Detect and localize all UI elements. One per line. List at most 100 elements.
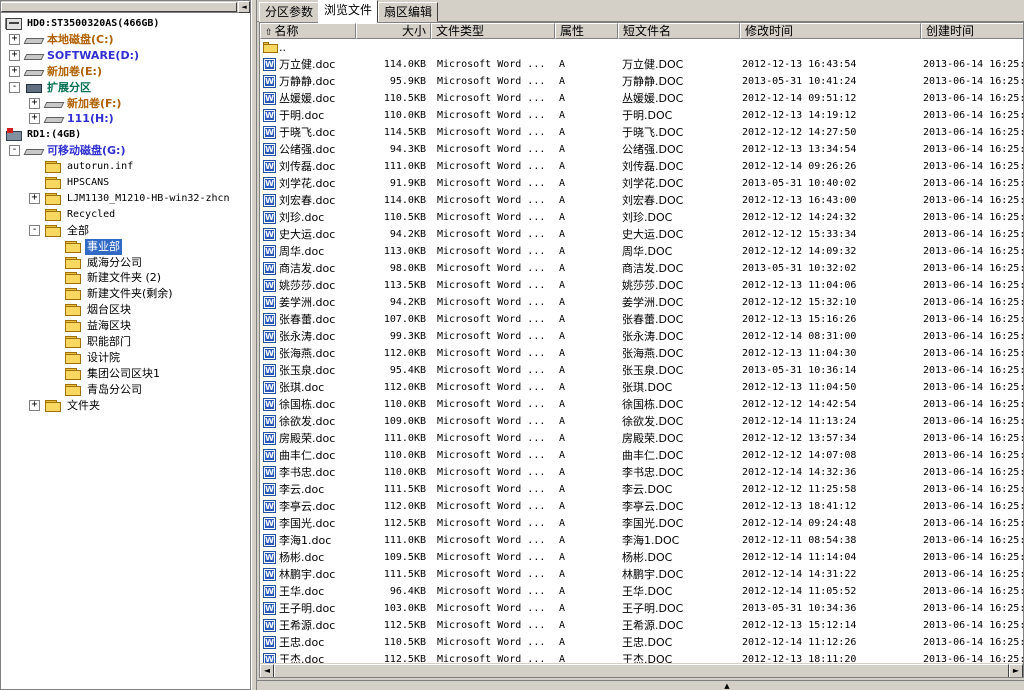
table-row[interactable]: W 李国光.doc 112.5KB Microsoft Word ... A 李国光.DO… <box>260 515 1024 532</box>
table-row[interactable]: W 万立健.doc 114.0KB Microsoft Word ... A 万立健.DO… <box>260 56 1023 73</box>
tab-partition-params[interactable]: 分区参数 <box>259 2 320 22</box>
table-row[interactable]: W 王子明.doc 103.0KB Microsoft Word ... A 王子明.DO… <box>260 600 1023 617</box>
column-header-type[interactable]: 文件类型 <box>431 23 555 39</box>
file-size: 110.5KB <box>383 93 426 104</box>
tree-node[interactable]: 职能部门 <box>1 334 250 350</box>
tree-node-label: 新加卷(E:) <box>47 64 102 78</box>
column-header-modified[interactable]: 修改时间 <box>740 23 921 39</box>
file-created: 2013-06-14 16:25: <box>923 518 1024 529</box>
table-row[interactable]: W 刘珍.doc 110.5KB Microsoft Word ... A 刘珍.DOC 2… <box>260 209 1023 226</box>
tree-horizontal-scrollbar[interactable]: ◄ <box>1 1 250 13</box>
table-row[interactable]: W 张春蕾.doc 107.0KB Microsoft Word ... A 张春蕾.DO… <box>260 311 1023 328</box>
tree-node[interactable]: + LJM1130_M1210-HB-win32-zhcn <box>1 191 250 207</box>
table-row[interactable]: W 王华.doc 96.4KB Microsoft Word ... A 王华.DOC 20… <box>260 583 1023 600</box>
table-row[interactable]: W 姚莎莎.doc 113.5KB Microsoft Word ... A 姚莎莎.DO… <box>260 277 1023 294</box>
parent-folder-row[interactable]: .. <box>260 39 1023 56</box>
tree-node[interactable]: RD1:(4GB) <box>1 127 250 143</box>
table-row[interactable]: W 万静静.doc 95.9KB Microsoft Word ... A 万静静.DOC… <box>260 73 1023 90</box>
file-attributes: A <box>559 620 566 631</box>
expand-icon[interactable]: + <box>9 65 20 77</box>
tree-node[interactable]: 新建文件夹(剩余) <box>1 286 250 302</box>
column-header-created[interactable]: 创建时间 <box>921 23 1023 39</box>
collapse-icon[interactable]: - <box>29 224 40 236</box>
tree-node[interactable]: -HD0:ST3500320AS(466GB) <box>1 16 250 32</box>
file-name: 杨彬.doc <box>279 551 325 564</box>
file-modified: 2012-12-14 11:13:24 <box>742 416 857 427</box>
column-header-size[interactable]: 大小 <box>356 23 431 39</box>
file-attributes: A <box>559 603 566 614</box>
collapse-grip-icon[interactable]: ▲ <box>707 682 747 690</box>
tree-node[interactable]: 烟台区块 <box>1 302 250 318</box>
table-row[interactable]: W 张琪.doc 112.0KB Microsoft Word ... A 张琪.DOC 2… <box>260 379 1023 396</box>
table-row[interactable]: W 史大运.doc 94.2KB Microsoft Word ... A 史大运.DOC… <box>260 226 1023 243</box>
scroll-left-arrow-icon[interactable]: ◄ <box>260 664 274 677</box>
table-row[interactable]: W 林鹏宇.doc 111.5KB Microsoft Word ... A 林鹏宇.DO… <box>260 566 1023 583</box>
table-row[interactable]: W 王忠.doc 110.5KB Microsoft Word ... A 王忠.DOC 2… <box>260 634 1023 651</box>
table-row[interactable]: W 王希源.doc 112.5KB Microsoft Word ... A 王希源.DO… <box>260 617 1023 634</box>
tree-node[interactable]: 威海分公司 <box>1 255 250 271</box>
table-row[interactable]: W 于明.doc 110.0KB Microsoft Word ... A 于明.DOC 2… <box>260 107 1023 124</box>
table-row[interactable]: W 刘传磊.doc 111.0KB Microsoft Word ... A 刘传磊.DO… <box>260 158 1023 175</box>
expand-icon[interactable]: + <box>29 192 40 204</box>
tree-node[interactable]: Recycled <box>1 207 250 223</box>
tree-node[interactable]: + SOFTWARE(D:) <box>1 48 250 64</box>
tab-browse-files[interactable]: 浏览文件 <box>318 0 379 23</box>
table-row[interactable]: W 周华.doc 113.0KB Microsoft Word ... A 周华.DOC 2… <box>260 243 1023 260</box>
column-header-attributes[interactable]: 属性 <box>555 23 618 39</box>
tree-node[interactable]: 事业部 <box>1 238 250 255</box>
tree-node[interactable]: 新建文件夹 (2) <box>1 270 250 286</box>
tree-node[interactable]: - 全部 <box>1 223 250 239</box>
table-row[interactable]: W 丛媛媛.doc 110.5KB Microsoft Word ... A 丛媛媛.DO… <box>260 90 1023 107</box>
tab-sector-edit[interactable]: 扇区编辑 <box>378 2 439 22</box>
table-row[interactable]: W 公绪强.doc 94.3KB Microsoft Word ... A 公绪强.DOC… <box>260 141 1023 158</box>
expand-icon[interactable]: + <box>29 113 40 125</box>
scroll-left-arrow-icon[interactable]: ◄ <box>238 1 250 13</box>
table-row[interactable]: W 李云.doc 111.5KB Microsoft Word ... A 李云.DOC 2… <box>260 481 1023 498</box>
collapse-icon[interactable]: - <box>9 145 20 157</box>
expand-icon[interactable]: + <box>29 399 40 411</box>
tree-node[interactable]: - 可移动磁盘(G:) <box>1 143 250 159</box>
table-row[interactable]: W 杨彬.doc 109.5KB Microsoft Word ... A 杨彬.DOC 2… <box>260 549 1023 566</box>
collapse-icon[interactable]: - <box>9 81 20 93</box>
expand-icon[interactable]: + <box>29 97 40 109</box>
table-row[interactable]: W 张海燕.doc 112.0KB Microsoft Word ... A 张海燕.DO… <box>260 345 1023 362</box>
table-row[interactable]: W 李书忠.doc 110.0KB Microsoft Word ... A 李书忠.DO… <box>260 464 1023 481</box>
tree-node[interactable]: - 扩展分区 <box>1 80 250 96</box>
table-row[interactable]: W 李海1.doc 111.0KB Microsoft Word ... A 李海1.DO… <box>260 532 1023 549</box>
table-row[interactable]: W 房殿荣.doc 111.0KB Microsoft Word ... A 房殿荣.DO… <box>260 430 1023 447</box>
table-row[interactable]: W 李亭云.doc 112.0KB Microsoft Word ... A 李亭云.DO… <box>260 498 1023 515</box>
tree-node[interactable]: 青岛分公司 <box>1 382 250 398</box>
file-created: 2013-06-14 16:25: <box>923 263 1024 274</box>
table-row[interactable]: W 张永涛.doc 99.3KB Microsoft Word ... A 张永涛.DOC… <box>260 328 1023 345</box>
expand-icon[interactable]: + <box>9 33 20 45</box>
table-row[interactable]: W 刘宏春.doc 114.0KB Microsoft Word ... A 刘宏春.DO… <box>260 192 1023 209</box>
tree-node[interactable]: + 文件夹 <box>1 398 250 414</box>
table-row[interactable]: W 姜学洲.doc 94.2KB Microsoft Word ... A 姜学洲.DOC… <box>260 294 1023 311</box>
tree-node[interactable]: 集团公司区块1 <box>1 366 250 382</box>
tree-node[interactable]: + 新加卷(E:) <box>1 64 250 80</box>
file-size: 109.5KB <box>383 552 426 563</box>
file-name-cell: W 李云.doc <box>262 481 354 498</box>
table-row[interactable]: W 张玉泉.doc 95.4KB Microsoft Word ... A 张玉泉.DOC… <box>260 362 1023 379</box>
expand-icon[interactable]: + <box>9 49 20 61</box>
tree-node[interactable]: 益海区块 <box>1 318 250 334</box>
file-type: Microsoft Word ... <box>437 603 546 614</box>
table-row[interactable]: W 于晓飞.doc 114.5KB Microsoft Word ... A 于晓飞.DO… <box>260 124 1023 141</box>
tree-node[interactable]: 设计院 <box>1 350 250 366</box>
tree-node[interactable]: + 本地磁盘(C:) <box>1 32 250 48</box>
list-scrollbar-thumb[interactable] <box>274 664 1009 677</box>
table-row[interactable]: W 刘学花.doc 91.9KB Microsoft Word ... A 刘学花.DOC… <box>260 175 1023 192</box>
tree-scrollbar-thumb[interactable] <box>1 2 237 12</box>
tree-node[interactable]: autorun.inf <box>1 159 250 175</box>
table-row[interactable]: W 曲丰仁.doc 110.0KB Microsoft Word ... A 曲丰仁.DO… <box>260 447 1023 464</box>
list-horizontal-scrollbar[interactable]: ◄ ► <box>260 663 1023 677</box>
table-row[interactable]: W 徐国栋.doc 110.0KB Microsoft Word ... A 徐国栋.DO… <box>260 396 1023 413</box>
column-header-short-name[interactable]: 短文件名 <box>618 23 740 39</box>
table-row[interactable]: W 商洁发.doc 98.0KB Microsoft Word ... A 商洁发.DOC… <box>260 260 1024 277</box>
tree-node[interactable]: HPSCANS <box>1 175 250 191</box>
tree-node[interactable]: + 新加卷(F:) <box>1 96 250 112</box>
column-header-name[interactable]: ⇧ 名称 <box>260 23 356 39</box>
scroll-right-arrow-icon[interactable]: ► <box>1009 664 1023 677</box>
table-row[interactable]: W 徐欲发.doc 109.0KB Microsoft Word ... A 徐欲发.DO… <box>260 413 1023 430</box>
tree-node[interactable]: +111(H:) <box>1 111 250 127</box>
